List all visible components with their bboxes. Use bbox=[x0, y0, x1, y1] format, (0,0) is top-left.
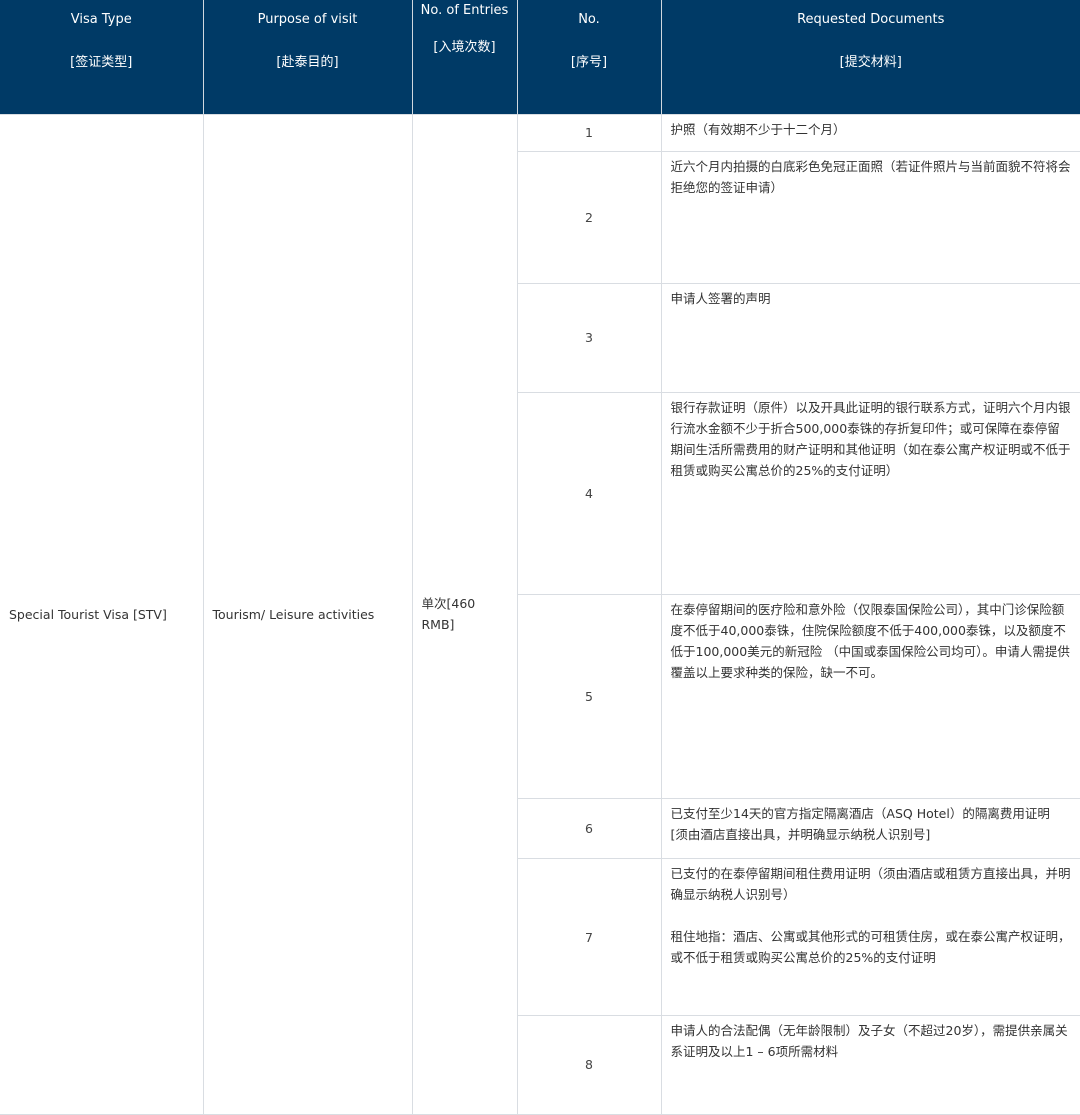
header-visa-type-zh: [签证类型] bbox=[70, 55, 133, 70]
doc-text: 护照（有效期不少于十二个月） bbox=[660, 113, 1080, 152]
header-entries-zh: [入境次数] bbox=[433, 40, 496, 55]
doc-paragraph: 已支付的在泰停留期间租住费用证明（须由酒店或租赁方直接出具，并明确显示纳税人识别… bbox=[670, 866, 1071, 903]
visa-type-cell: Special Tourist Visa [STV] bbox=[0, 113, 204, 1115]
doc-number: 7 bbox=[517, 858, 662, 1017]
doc-text: 已支付至少14天的官方指定隔离酒店（ASQ Hotel）的隔离费用证明 [须由酒… bbox=[660, 798, 1080, 860]
doc-number: 3 bbox=[517, 282, 662, 393]
doc-number: 1 bbox=[516, 113, 662, 152]
header-row: Visa Type [签证类型] Purpose of visit [赴泰目的]… bbox=[0, 0, 1080, 114]
header-entries: No. of Entries [入境次数] bbox=[411, 0, 517, 114]
header-no: No. [序号] bbox=[516, 0, 661, 114]
header-purpose: Purpose of visit [赴泰目的] bbox=[202, 0, 412, 114]
doc-paragraph: 申请人签署的声明 bbox=[670, 290, 771, 306]
header-visa-type: Visa Type [签证类型] bbox=[0, 0, 203, 114]
doc-paragraph: 在泰停留期间的医疗险和意外险（仅限泰国保险公司），其中门诊保险额度不低于40,0… bbox=[670, 602, 1070, 681]
doc-text: 已支付的在泰停留期间租住费用证明（须由酒店或租赁方直接出具，并明确显示纳税人识别… bbox=[660, 858, 1080, 1017]
visa-requirements-table: Visa Type [签证类型] Purpose of visit [赴泰目的]… bbox=[0, 0, 1080, 1115]
header-documents: Requested Documents [提交材料] bbox=[660, 0, 1080, 114]
doc-paragraph: 租住地指：酒店、公寓或其他形式的可租赁住房，或在泰公寓产权证明，或不低于租赁或购… bbox=[670, 929, 1071, 966]
purpose-cell: Tourism/ Leisure activities bbox=[202, 113, 413, 1115]
header-no-zh: [序号] bbox=[570, 55, 608, 70]
table-row: Special Tourist Visa [STV] Tourism/ Leis… bbox=[0, 113, 1080, 1115]
header-entries-en: No. of Entries bbox=[420, 3, 509, 18]
doc-paragraph: 申请人的合法配偶（无年龄限制）及子女（不超过20岁），需提供亲属关系证明及以上1… bbox=[670, 1023, 1068, 1060]
header-no-en: No. bbox=[578, 12, 600, 27]
doc-paragraph: 银行存款证明（原件）以及开具此证明的银行联系方式，证明六个月内银行流水金额不少于… bbox=[670, 399, 1071, 478]
entries-cell: 单次[460 RMB] bbox=[411, 113, 518, 1115]
doc-number: 6 bbox=[517, 798, 662, 860]
header-purpose-en: Purpose of visit bbox=[257, 12, 358, 27]
header-visa-type-en: Visa Type bbox=[70, 12, 132, 27]
doc-number: 5 bbox=[517, 594, 662, 800]
doc-number: 4 bbox=[517, 391, 662, 596]
header-documents-zh: [提交材料] bbox=[839, 55, 902, 70]
doc-text: 在泰停留期间的医疗险和意外险（仅限泰国保险公司），其中门诊保险额度不低于40,0… bbox=[660, 594, 1080, 800]
doc-text: 申请人的合法配偶（无年龄限制）及子女（不超过20岁），需提供亲属关系证明及以上1… bbox=[660, 1015, 1080, 1115]
doc-text: 申请人签署的声明 bbox=[660, 282, 1080, 393]
doc-paragraph: 近六个月内拍摄的白底彩色免冠正面照（若证件照片与当前面貌不符将会拒绝您的签证申请… bbox=[670, 158, 1071, 195]
header-documents-en: Requested Documents bbox=[797, 12, 945, 27]
doc-paragraph: 护照（有效期不少于十二个月） bbox=[670, 121, 846, 137]
doc-paragraph: 已支付至少14天的官方指定隔离酒店（ASQ Hotel）的隔离费用证明 [须由酒… bbox=[670, 806, 1050, 843]
doc-text: 近六个月内拍摄的白底彩色免冠正面照（若证件照片与当前面貌不符将会拒绝您的签证申请… bbox=[660, 150, 1080, 284]
doc-text: 银行存款证明（原件）以及开具此证明的银行联系方式，证明六个月内银行流水金额不少于… bbox=[660, 391, 1080, 596]
doc-number: 8 bbox=[517, 1015, 662, 1115]
header-purpose-zh: [赴泰目的] bbox=[276, 55, 339, 70]
doc-number: 2 bbox=[517, 150, 662, 284]
